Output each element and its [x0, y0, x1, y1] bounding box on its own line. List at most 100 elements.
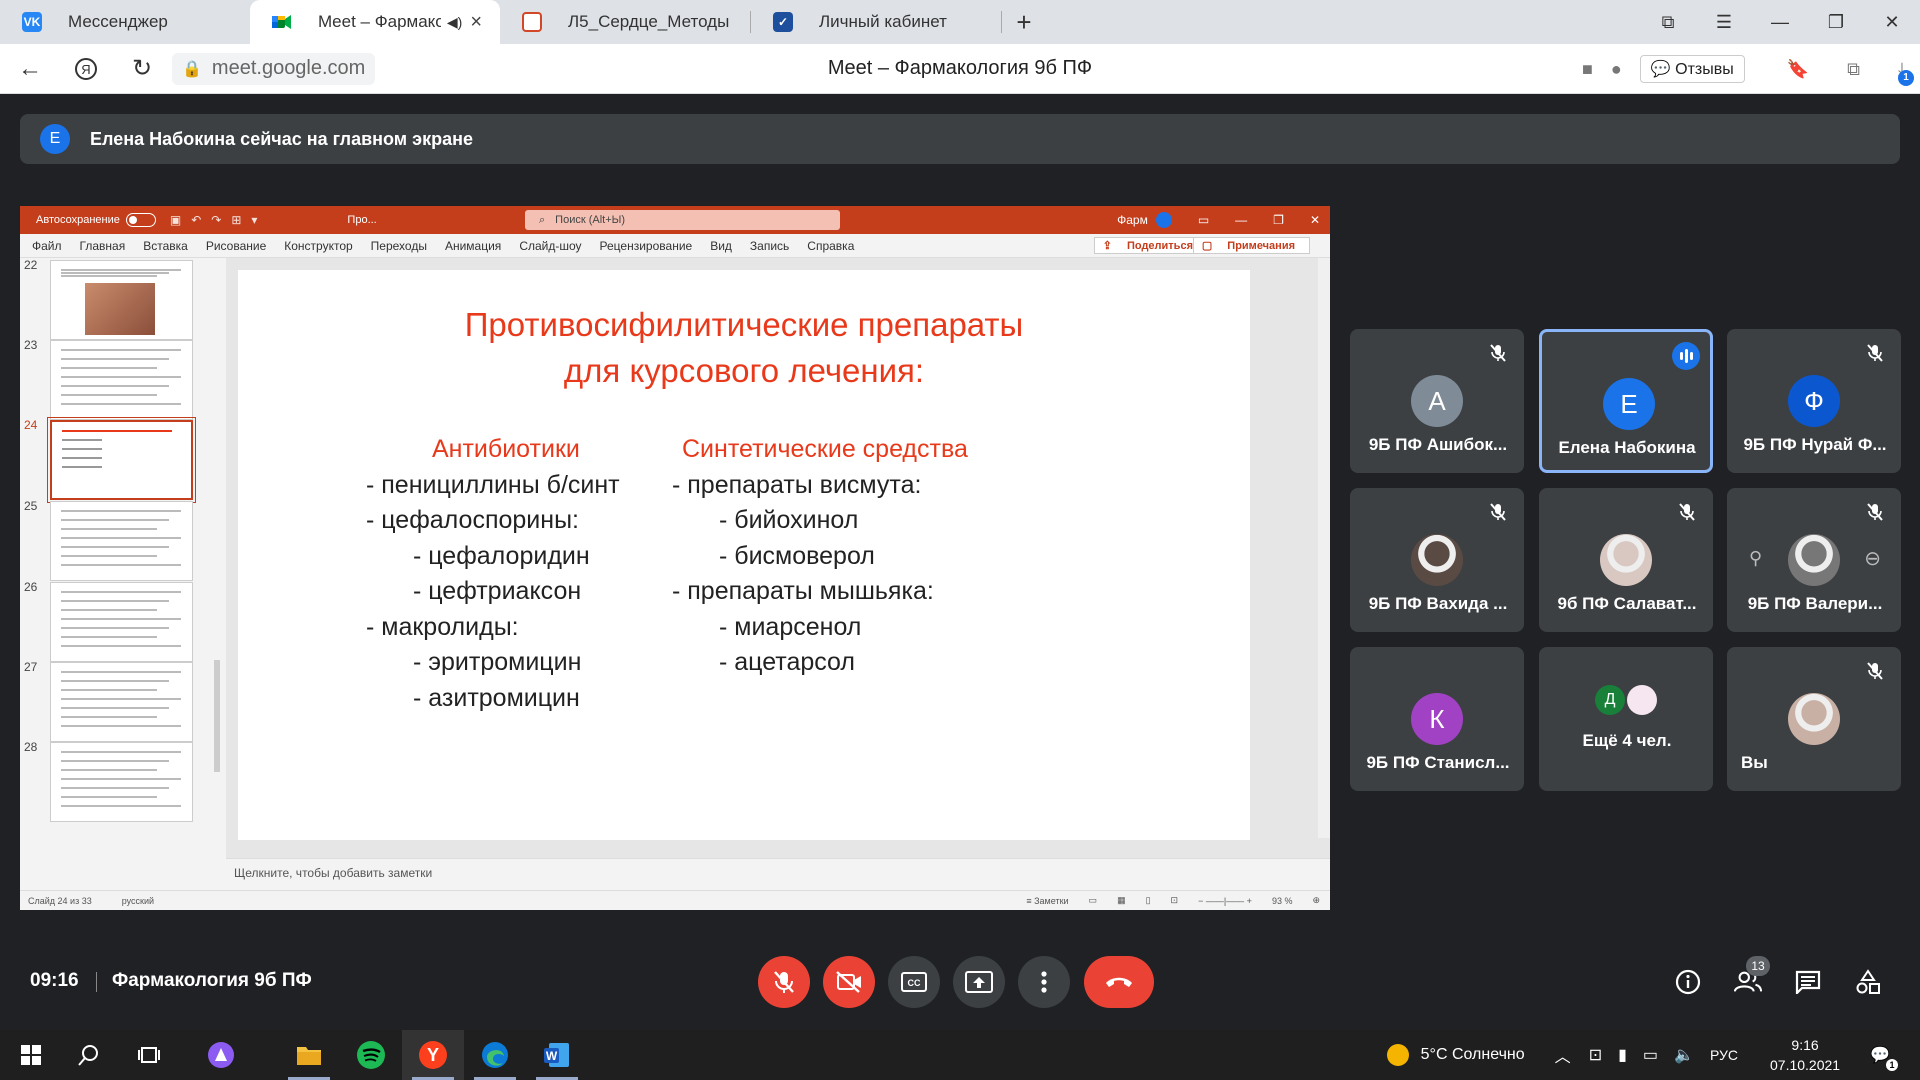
downloads-icon[interactable]: ⤓ 1	[1898, 59, 1914, 86]
mic-off-icon	[1488, 502, 1508, 522]
participant-tile[interactable]: Д Ещё 4 чел.	[1539, 647, 1713, 791]
minimize-icon[interactable]: —	[1752, 12, 1808, 33]
slide-thumbnails-pane: 22 23 24 25 26 27 28	[20, 258, 210, 888]
meet-control-bar: 09:16 Фармакология 9б ПФ CC 13	[0, 946, 1920, 1018]
participant-tile[interactable]: ⚲ ⊖ 9Б ПФ Валери...	[1727, 488, 1901, 632]
participant-name: 9Б ПФ Вахида ...	[1368, 594, 1508, 613]
ppt-user: Фарм	[1117, 212, 1172, 228]
camera-off-button[interactable]	[823, 956, 875, 1008]
network-icon[interactable]: ▭	[1643, 1045, 1658, 1065]
participant-tile[interactable]: А 9Б ПФ Ашибок...	[1350, 329, 1524, 473]
yandex-icon[interactable]: Я	[64, 47, 108, 91]
extensions-icon[interactable]: ⧉	[1847, 59, 1860, 80]
slide-thumbnail: 26	[20, 580, 210, 664]
save-icon: ▣	[169, 213, 182, 227]
participant-name: Ещё 4 чел.	[1582, 731, 1672, 750]
windows-taskbar: Y W 5°C Солнечно ︿ ⊡ ▮ ▭ 🔈 РУС 9:16 07.1…	[0, 1030, 1920, 1080]
new-tab-button[interactable]: +	[1002, 0, 1046, 44]
reload-icon[interactable]: ↻	[120, 47, 164, 91]
activities-icon	[1856, 969, 1880, 994]
lock-icon: 🔒	[182, 60, 202, 78]
tab-messenger[interactable]: VK Мессенджер	[0, 0, 250, 44]
slide-list-item: - ацетарсол	[719, 648, 855, 676]
participant-tile[interactable]: Ф 9Б ПФ Нурай Ф...	[1727, 329, 1901, 473]
spotify-icon[interactable]	[340, 1030, 402, 1080]
language-label: русский	[121, 895, 155, 906]
present-button[interactable]	[953, 956, 1005, 1008]
notifications-icon[interactable]: 💬 1	[1870, 1045, 1898, 1071]
input-language[interactable]: РУС	[1710, 1047, 1738, 1063]
bookmark-icon[interactable]: 🔖	[1787, 59, 1809, 80]
slide-number: 22	[24, 258, 38, 272]
tray-mic-icon[interactable]: ▮	[1618, 1045, 1627, 1065]
participant-tile[interactable]: Е Елена Набокина	[1539, 329, 1713, 473]
chat-button[interactable]	[1794, 968, 1822, 996]
shared-screen-powerpoint: Автосохранение ▣ ↶ ↷ ⊞ ▾ Про... ⌕ Поиск …	[20, 206, 1330, 910]
tab-meet[interactable]: Meet – Фармакология 9б ПФ ◀) ×	[250, 0, 500, 44]
meeting-details-button[interactable]	[1674, 968, 1702, 996]
volume-icon[interactable]: 🔈	[1674, 1045, 1694, 1065]
browser-tab-strip: VK Мессенджер Meet – Фармакология 9б ПФ …	[0, 0, 1920, 44]
chevron-up-icon[interactable]: ︿	[1555, 1043, 1571, 1067]
mic-off-button[interactable]	[758, 956, 810, 1008]
close-tab-icon[interactable]: ×	[470, 11, 482, 34]
slide-list-item: - цефалоридин	[413, 541, 590, 570]
camera-icon[interactable]: ■	[1582, 59, 1593, 80]
participant-tile[interactable]: Вы	[1727, 647, 1901, 791]
task-view-icon[interactable]	[118, 1030, 180, 1080]
yandex-browser-icon[interactable]: Y	[402, 1030, 464, 1080]
redo-icon: ↷	[211, 213, 222, 227]
speaker-icon[interactable]: ◀)	[447, 14, 462, 31]
participant-tile[interactable]: 9Б ПФ Вахида ...	[1350, 488, 1524, 632]
feedback-button[interactable]: 💬 Отзывы	[1639, 55, 1745, 83]
autosave-toggle: Автосохранение	[36, 213, 156, 227]
tab-cabinet[interactable]: ✓ Личный кабинет	[751, 0, 1001, 44]
edge-icon[interactable]	[464, 1030, 526, 1080]
tray-app-icon[interactable]: ⊡	[1589, 1045, 1602, 1065]
captions-button[interactable]: CC	[888, 956, 940, 1008]
slide-thumbnail: 23	[20, 338, 210, 422]
shield-check-icon: ✓	[773, 12, 793, 32]
restore-icon[interactable]: ❐	[1808, 12, 1864, 33]
back-icon[interactable]: ←	[8, 47, 52, 91]
address-bar: ← Я ↻ 🔒 meet.google.com Meet – Фармаколо…	[0, 44, 1920, 94]
camera-off-icon	[836, 971, 861, 993]
toggle-icon	[125, 213, 156, 227]
slide-preview	[47, 417, 196, 503]
participant-tile[interactable]: К 9Б ПФ Станисл...	[1350, 647, 1524, 791]
quick-access-toolbar: ▣ ↶ ↷ ⊞ ▾	[170, 213, 258, 227]
ppt-window-controls: Фарм ▭ — ❐ ✕	[1117, 206, 1320, 234]
people-button[interactable]: 13	[1734, 956, 1770, 996]
collections-icon[interactable]: ⧉	[1640, 12, 1696, 33]
search-icon[interactable]	[58, 1030, 120, 1080]
taskbar-clock[interactable]: 9:16 07.10.2021	[1770, 1035, 1840, 1075]
slideshow-icon: ⊡	[1170, 895, 1179, 905]
weather-widget[interactable]: 5°C Солнечно	[1386, 1044, 1525, 1066]
slide-list-item: - препараты мышьяка:	[672, 577, 934, 605]
word-icon[interactable]: W	[526, 1030, 588, 1080]
document-name: Про...	[347, 214, 377, 226]
alice-icon[interactable]	[190, 1030, 252, 1080]
close-window-icon[interactable]: ✕	[1864, 12, 1920, 33]
more-options-button[interactable]	[1018, 956, 1070, 1008]
url-field[interactable]: 🔒 meet.google.com	[172, 52, 376, 85]
tab-lecture[interactable]: Л5_Сердце_Методы Исследования	[500, 0, 750, 44]
comments-button: ▢ Примечания	[1192, 237, 1310, 254]
slide-scrollbar	[1318, 258, 1330, 838]
menu-icon[interactable]: ☰	[1696, 12, 1752, 33]
windows-start-icon[interactable]	[0, 1030, 62, 1080]
participant-tile[interactable]: 9б ПФ Салават...	[1539, 488, 1713, 632]
participant-name: 9Б ПФ Станисл...	[1366, 753, 1510, 772]
remove-icon[interactable]: ⊖	[1864, 546, 1881, 571]
fit-slide-icon: ⊕	[1312, 895, 1320, 905]
activities-button[interactable]	[1854, 968, 1882, 996]
column-heading: Антибиотики	[432, 435, 580, 463]
zoom-slider: − ——|—— +	[1198, 895, 1252, 906]
leave-call-button[interactable]	[1084, 956, 1154, 1008]
file-explorer-icon[interactable]	[278, 1030, 340, 1080]
ppt-status-bar: Слайд 24 из 33 русский ≡ Заметки ▭ ▦ ▯ ⊡…	[20, 890, 1330, 910]
pin-icon[interactable]: ⚲	[1749, 548, 1762, 569]
notes-pane: Щелкните, чтобы добавить заметки	[226, 858, 1330, 886]
downloads-badge: 1	[1898, 69, 1914, 86]
mic-icon[interactable]: ●	[1611, 59, 1622, 80]
